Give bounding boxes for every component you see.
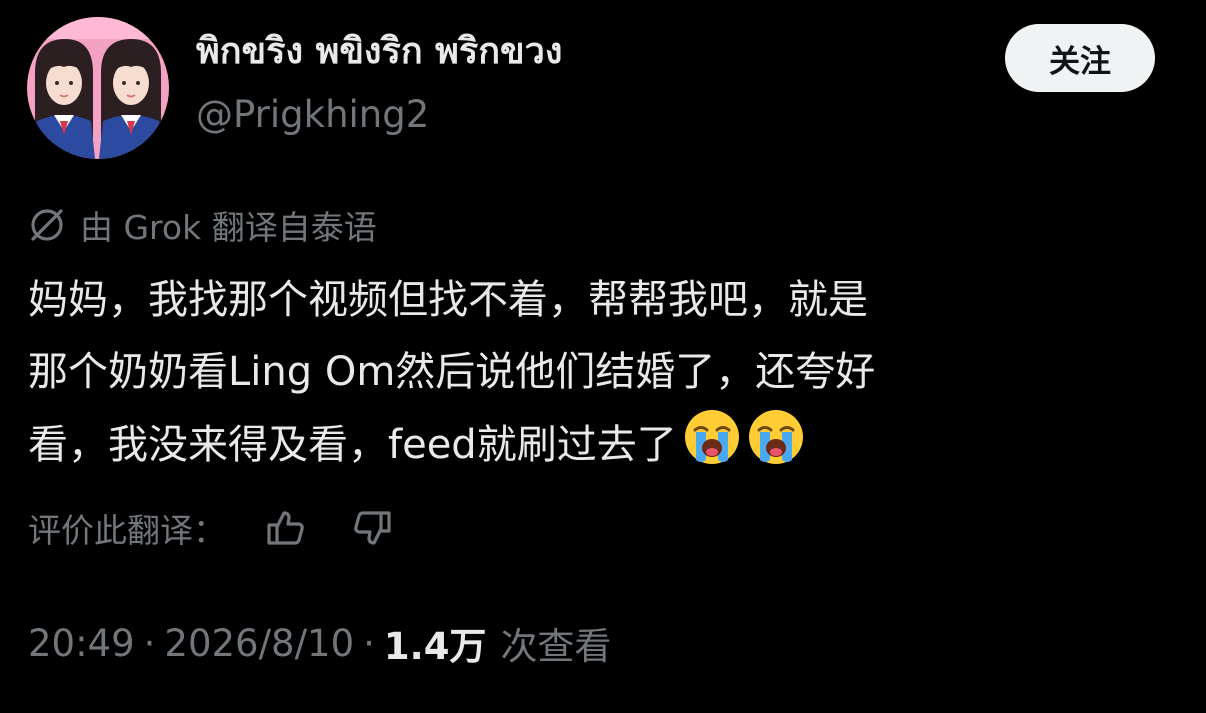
user-handle[interactable]: @Prigkhing2 (196, 93, 429, 137)
thumbs-down-icon[interactable] (350, 506, 394, 550)
meta-separator: · (363, 621, 375, 665)
loudly-crying-face-icon (747, 408, 805, 489)
display-name[interactable]: พิกขริง พขิงริก พริกขวง (196, 30, 562, 73)
tweet-text-line-content: 看，我没来得及看，feed就刷过去了 (28, 422, 677, 468)
rate-translation: 评价此翻译： (28, 503, 394, 553)
follow-button[interactable]: 关注 (1005, 24, 1155, 92)
translation-notice-text: 由 Grok 翻译自泰语 (80, 208, 377, 247)
translation-notice[interactable]: 由 Grok 翻译自泰语 (28, 203, 377, 247)
tweet-time[interactable]: 20:49 (28, 622, 135, 665)
tweet-meta: 20:49 · 2026/8/10 · 1.4万 次查看 (28, 617, 611, 669)
views-label[interactable]: 次查看 (500, 616, 611, 670)
thumbs-up-icon[interactable] (264, 506, 308, 550)
rate-translation-label: 评价此翻译： (28, 511, 226, 550)
avatar-image (27, 17, 169, 159)
loudly-crying-face-icon (683, 408, 741, 489)
tweet-detail-page: พิกขริง พขิงริก พริกขวง @Prigkhing2 关注 由… (0, 0, 1206, 713)
tweet-date[interactable]: 2026/8/10 (164, 622, 354, 665)
views-count[interactable]: 1.4万 (384, 616, 487, 670)
avatar[interactable] (27, 17, 169, 159)
tweet-text: 妈妈，我找那个视频但找不着，帮帮我吧，就是 那个奶奶看Ling Om然后说他们结… (28, 264, 1178, 480)
tweet-text-line: 看，我没来得及看，feed就刷过去了 (28, 408, 1178, 480)
meta-separator: · (143, 621, 156, 665)
tweet-text-line: 妈妈，我找那个视频但找不着，帮帮我吧，就是 (28, 277, 868, 323)
translate-off-icon (28, 206, 66, 244)
tweet-text-line: 那个奶奶看Ling Om然后说他们结婚了，还夸好 (28, 349, 876, 395)
